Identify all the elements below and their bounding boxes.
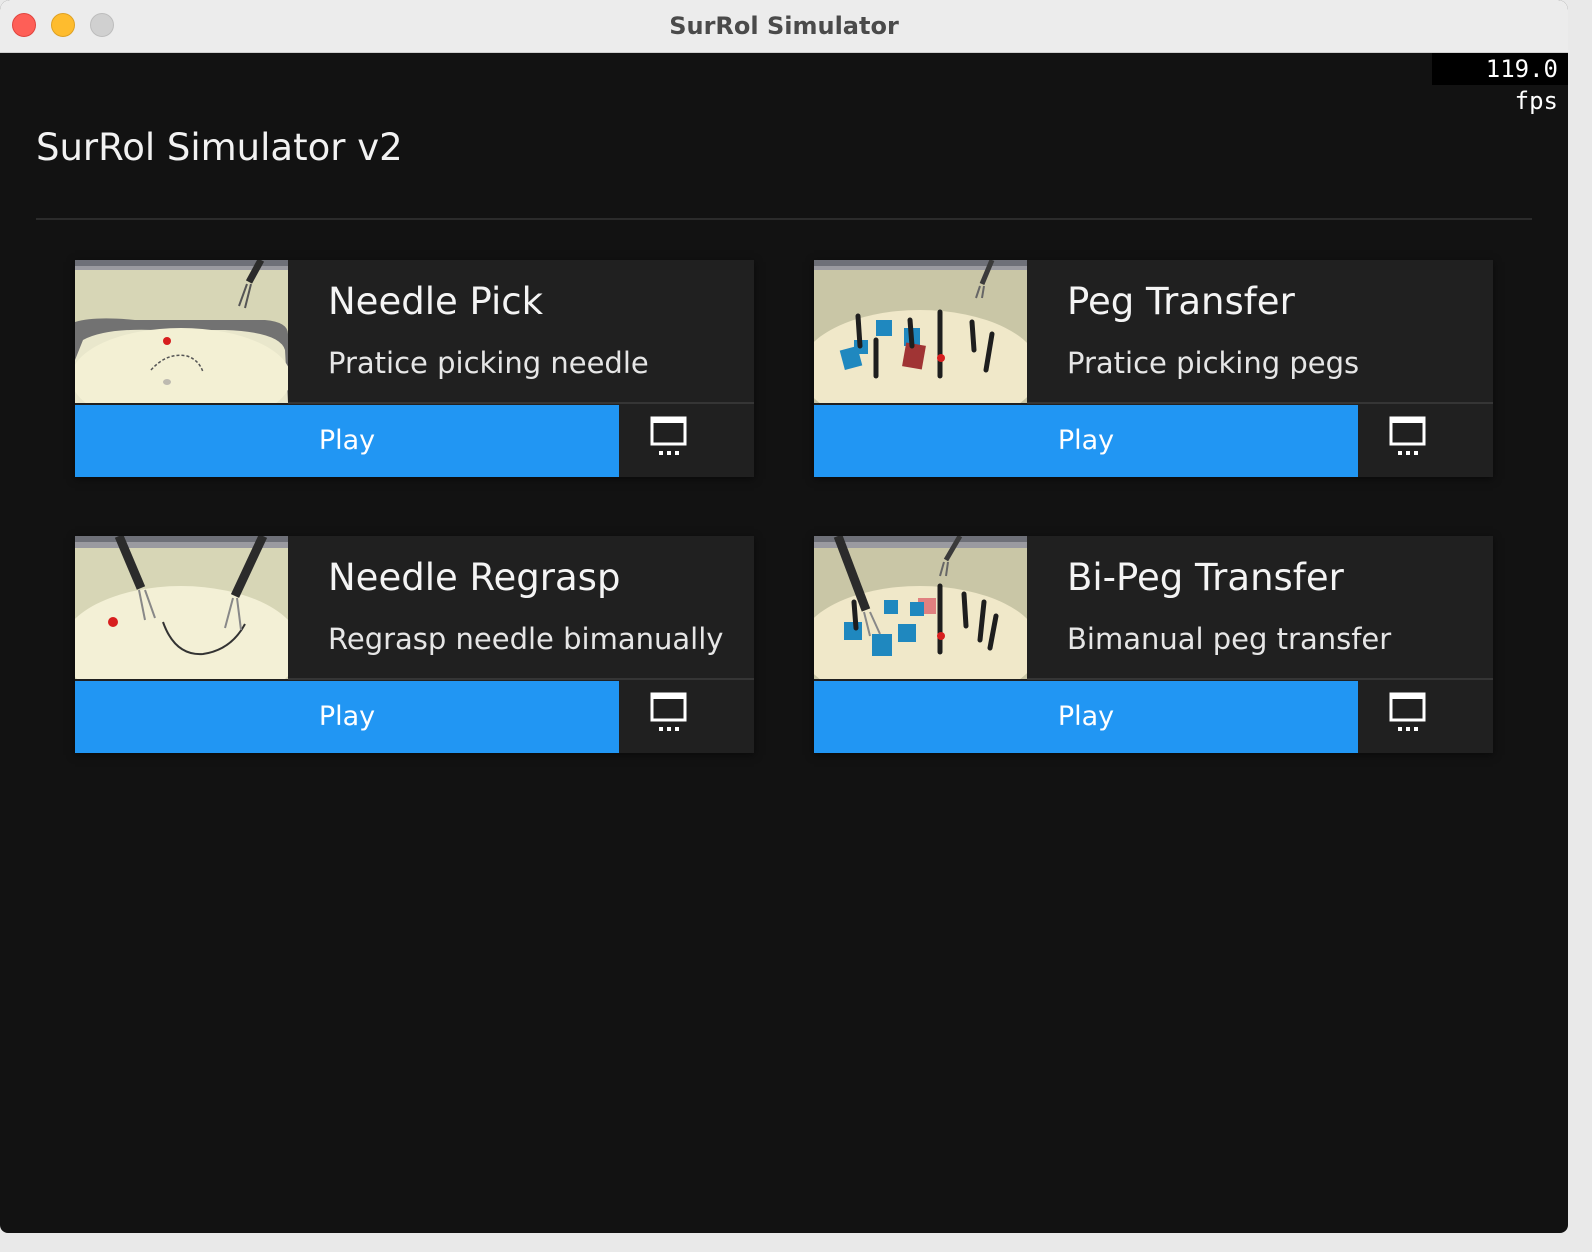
- monitor-more-icon: [1389, 416, 1426, 455]
- more-button[interactable]: [1358, 681, 1493, 753]
- monitor-more-icon: [650, 416, 687, 455]
- card-separator: [1027, 678, 1493, 680]
- needle-pick-thumbnail: [75, 260, 288, 403]
- task-description: Bimanual peg transfer: [1067, 622, 1392, 656]
- monitor-more-icon: [1389, 692, 1426, 731]
- task-card-needle-regrasp: Needle Regrasp Regrasp needle bimanually…: [75, 536, 754, 753]
- more-button[interactable]: [619, 405, 754, 477]
- task-description: Regrasp needle bimanually: [328, 622, 724, 656]
- task-card-needle-pick: Needle Pick Pratice picking needle Play: [75, 260, 754, 477]
- task-description: Pratice picking needle: [328, 346, 649, 380]
- card-separator: [288, 678, 754, 680]
- page-title: SurRol Simulator v2: [36, 126, 403, 169]
- title-bar: SurRol Simulator: [0, 0, 1568, 53]
- more-button[interactable]: [619, 681, 754, 753]
- play-button[interactable]: Play: [814, 681, 1358, 753]
- needle-regrasp-thumbnail: [75, 536, 288, 679]
- task-description: Pratice picking pegs: [1067, 346, 1360, 380]
- task-title: Needle Pick: [328, 280, 544, 323]
- fps-counter: 119.0 fps: [1432, 53, 1568, 115]
- more-button[interactable]: [1358, 405, 1493, 477]
- play-button[interactable]: Play: [75, 681, 619, 753]
- play-button[interactable]: Play: [75, 405, 619, 477]
- bi-peg-transfer-thumbnail: [814, 536, 1027, 679]
- play-button[interactable]: Play: [814, 405, 1358, 477]
- task-card-bi-peg-transfer: Bi-Peg Transfer Bimanual peg transfer Pl…: [814, 536, 1493, 753]
- card-separator: [288, 402, 754, 404]
- window-title: SurRol Simulator: [669, 12, 899, 40]
- task-title: Peg Transfer: [1067, 280, 1295, 323]
- card-separator: [1027, 402, 1493, 404]
- monitor-more-icon: [650, 692, 687, 731]
- app-window: SurRol Simulator 119.0 fps SurRol Simula…: [0, 0, 1568, 1233]
- header-divider: [36, 218, 1532, 220]
- task-card-peg-transfer: Peg Transfer Pratice picking pegs Play: [814, 260, 1493, 477]
- task-title: Needle Regrasp: [328, 556, 621, 599]
- peg-transfer-thumbnail: [814, 260, 1027, 403]
- task-title: Bi-Peg Transfer: [1067, 556, 1344, 599]
